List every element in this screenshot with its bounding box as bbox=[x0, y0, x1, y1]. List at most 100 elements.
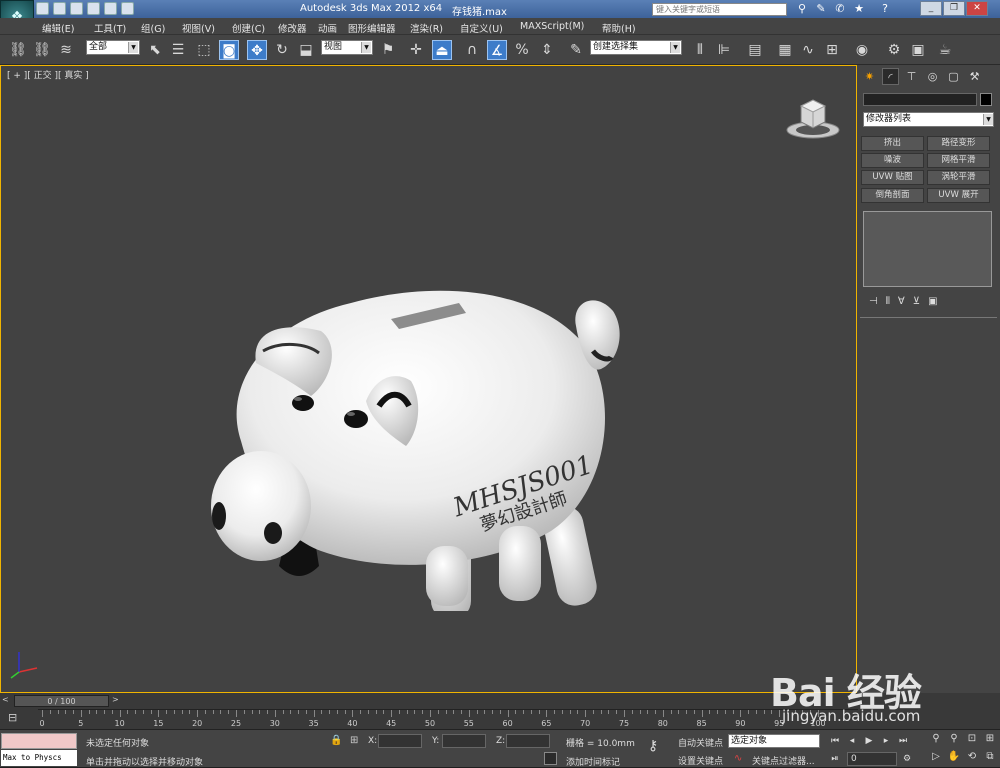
schematic-view-icon[interactable]: ⊞ bbox=[822, 40, 842, 60]
z-coordinate-field[interactable] bbox=[506, 734, 550, 748]
select-and-scale-icon[interactable]: ⬓ bbox=[296, 40, 316, 60]
zoom-extents-icon[interactable]: ⊡ bbox=[964, 732, 980, 746]
configure-modifier-sets-icon[interactable]: ▣ bbox=[928, 296, 937, 307]
select-and-rotate-icon[interactable]: ↻ bbox=[272, 40, 292, 60]
set-key-button[interactable]: 设置关键点 bbox=[678, 754, 723, 767]
modifier-button-extrude[interactable]: 挤出 bbox=[861, 136, 924, 151]
menu-rendering[interactable]: 渲染(R) bbox=[410, 21, 443, 35]
mirror-icon[interactable]: ⫴ bbox=[690, 40, 710, 60]
make-unique-icon[interactable]: ∀ bbox=[898, 296, 905, 307]
x-coordinate-field[interactable] bbox=[378, 734, 422, 748]
angle-snap-icon[interactable]: ∡ bbox=[487, 40, 507, 60]
keyboard-shortcut-override-icon[interactable]: ⏏ bbox=[432, 40, 452, 60]
menu-graph-editors[interactable]: 图形编辑器 bbox=[348, 21, 396, 35]
align-icon[interactable]: ⊫ bbox=[714, 40, 734, 60]
menu-tools[interactable]: 工具(T) bbox=[94, 21, 126, 35]
create-tab-icon[interactable]: ✷ bbox=[861, 68, 878, 85]
modifier-button-unwrap-uvw[interactable]: UVW 展开 bbox=[927, 188, 990, 203]
viewcube-icon[interactable] bbox=[784, 92, 842, 142]
modify-tab-icon[interactable]: ◜ bbox=[882, 68, 899, 85]
go-to-end-icon[interactable]: ⏭ bbox=[896, 734, 910, 748]
selection-filter-dropdown[interactable]: 全部 ▼ bbox=[86, 40, 140, 55]
select-object-icon[interactable]: ⬉ bbox=[145, 40, 165, 60]
modifier-button-path-deform[interactable]: 路径变形 bbox=[927, 136, 990, 151]
perspective-viewport[interactable]: [ + ][ 正交 ][ 真实 ] MHSJS001 夢幻設計師 bbox=[0, 65, 857, 693]
y-coordinate-field[interactable] bbox=[442, 734, 486, 748]
select-by-name-icon[interactable]: ☰ bbox=[168, 40, 188, 60]
pan-view-icon[interactable]: ✋ bbox=[946, 750, 962, 764]
object-color-swatch[interactable] bbox=[980, 93, 992, 106]
spinner-snap-icon[interactable]: ⇕ bbox=[537, 40, 557, 60]
redo-icon[interactable] bbox=[104, 2, 117, 15]
go-to-start-icon[interactable]: ⏮ bbox=[828, 734, 842, 748]
current-frame-field[interactable]: 0 bbox=[847, 752, 897, 766]
quick-access-dropdown-icon[interactable] bbox=[121, 2, 134, 15]
motion-tab-icon[interactable]: ◎ bbox=[924, 68, 941, 85]
mini-curve-editor-icon[interactable]: ⊟ bbox=[8, 711, 24, 725]
auto-key-button[interactable]: 自动关键点 bbox=[678, 736, 723, 749]
curve-editor-icon[interactable]: ∿ bbox=[798, 40, 818, 60]
maximize-viewport-icon[interactable]: ⧉ bbox=[982, 750, 998, 764]
track-bar[interactable]: 0 5 10 15 20 25 30 35 40 45 50 55 60 65 70 75 80 85 90 95 10… bbox=[38, 709, 858, 728]
next-frame-icon[interactable]: ▸ bbox=[879, 734, 893, 748]
minimize-button[interactable]: _ bbox=[920, 1, 942, 16]
show-end-result-icon[interactable]: ⫴ bbox=[886, 296, 890, 307]
close-button[interactable]: ✕ bbox=[966, 1, 988, 16]
menu-views[interactable]: 视图(V) bbox=[182, 21, 215, 35]
snaps-toggle-icon[interactable]: ∩ bbox=[462, 40, 482, 60]
selection-lock-icon[interactable]: 🔒 bbox=[330, 735, 342, 746]
bind-space-warp-icon[interactable]: ≋ bbox=[56, 40, 76, 60]
new-file-icon[interactable] bbox=[36, 2, 49, 15]
named-selection-dropdown[interactable]: 创建选择集 ▼ bbox=[590, 40, 682, 55]
modifier-list-dropdown[interactable]: 修改器列表 ▼ bbox=[863, 112, 994, 127]
reference-coordinate-dropdown[interactable]: 视图 ▼ bbox=[321, 40, 373, 55]
select-and-manipulate-icon[interactable]: ✛ bbox=[406, 40, 426, 60]
key-mode-toggle-icon[interactable]: ⏯ bbox=[828, 752, 842, 766]
maxscript-output[interactable]: Max to Physcs bbox=[1, 750, 77, 766]
edit-named-selection-icon[interactable]: ✎ bbox=[566, 40, 586, 60]
pin-stack-icon[interactable]: ⊣ bbox=[869, 296, 878, 307]
favorites-star-icon[interactable]: ★ bbox=[852, 2, 866, 16]
field-of-view-icon[interactable]: ▷ bbox=[928, 750, 944, 764]
key-filters-button[interactable]: 关键点过滤器... bbox=[752, 754, 815, 767]
modifier-button-turbosmooth[interactable]: 涡轮平滑 bbox=[927, 170, 990, 185]
viewport-label[interactable]: [ + ][ 正交 ][ 真实 ] bbox=[7, 68, 89, 81]
remove-modifier-icon[interactable]: ⊻ bbox=[913, 296, 920, 307]
rectangular-selection-icon[interactable]: ⬚ bbox=[194, 40, 214, 60]
menu-create[interactable]: 创建(C) bbox=[232, 21, 265, 35]
percent-snap-icon[interactable]: % bbox=[512, 40, 532, 60]
piggy-bank-model[interactable]: MHSJS001 夢幻設計師 bbox=[201, 231, 641, 611]
menu-edit[interactable]: 编辑(E) bbox=[42, 21, 74, 35]
time-slider-next[interactable]: > bbox=[112, 695, 119, 704]
link-icon[interactable]: ⛓ bbox=[8, 40, 28, 60]
render-setup-icon[interactable]: ⚙ bbox=[884, 40, 904, 60]
pivot-center-icon[interactable]: ⚑ bbox=[378, 40, 398, 60]
menu-modifiers[interactable]: 修改器 bbox=[278, 21, 307, 35]
menu-help[interactable]: 帮助(H) bbox=[602, 21, 636, 35]
key-mode-dropdown[interactable]: 选定对象 bbox=[728, 734, 820, 748]
modifier-button-noise[interactable]: 噪波 bbox=[861, 153, 924, 168]
restore-button[interactable]: ❐ bbox=[943, 1, 965, 16]
object-name-field[interactable] bbox=[863, 93, 977, 106]
hierarchy-tab-icon[interactable]: ⊤ bbox=[903, 68, 920, 85]
search-binoculars-icon[interactable]: ⚲ bbox=[795, 2, 809, 16]
menu-animation[interactable]: 动画 bbox=[318, 21, 337, 35]
previous-frame-icon[interactable]: ◂ bbox=[845, 734, 859, 748]
time-slider-prev[interactable]: < bbox=[2, 695, 9, 704]
unlink-icon[interactable]: ⛓ bbox=[32, 40, 52, 60]
graphite-ribbon-icon[interactable]: ▦ bbox=[775, 40, 795, 60]
time-configuration-icon[interactable]: ⚙ bbox=[900, 752, 914, 766]
zoom-all-icon[interactable]: ⚲ bbox=[946, 732, 962, 746]
undo-icon[interactable] bbox=[87, 2, 100, 15]
help-icon[interactable]: ? bbox=[878, 2, 892, 16]
absolute-mode-icon[interactable]: ⊞ bbox=[350, 735, 358, 746]
menu-customize[interactable]: 自定义(U) bbox=[460, 21, 503, 35]
set-key-icon[interactable]: ⚷ bbox=[648, 738, 658, 754]
modifier-button-meshsmooth[interactable]: 网格平滑 bbox=[927, 153, 990, 168]
menu-maxscript[interactable]: MAXScript(M) bbox=[520, 21, 584, 32]
communication-center-icon[interactable]: ✆ bbox=[833, 2, 847, 16]
zoom-icon[interactable]: ⚲ bbox=[928, 732, 944, 746]
time-slider[interactable]: 0 / 100 bbox=[14, 695, 109, 707]
zoom-extents-all-icon[interactable]: ⊞ bbox=[982, 732, 998, 746]
modifier-button-bevel-profile[interactable]: 倒角剖面 bbox=[861, 188, 924, 203]
